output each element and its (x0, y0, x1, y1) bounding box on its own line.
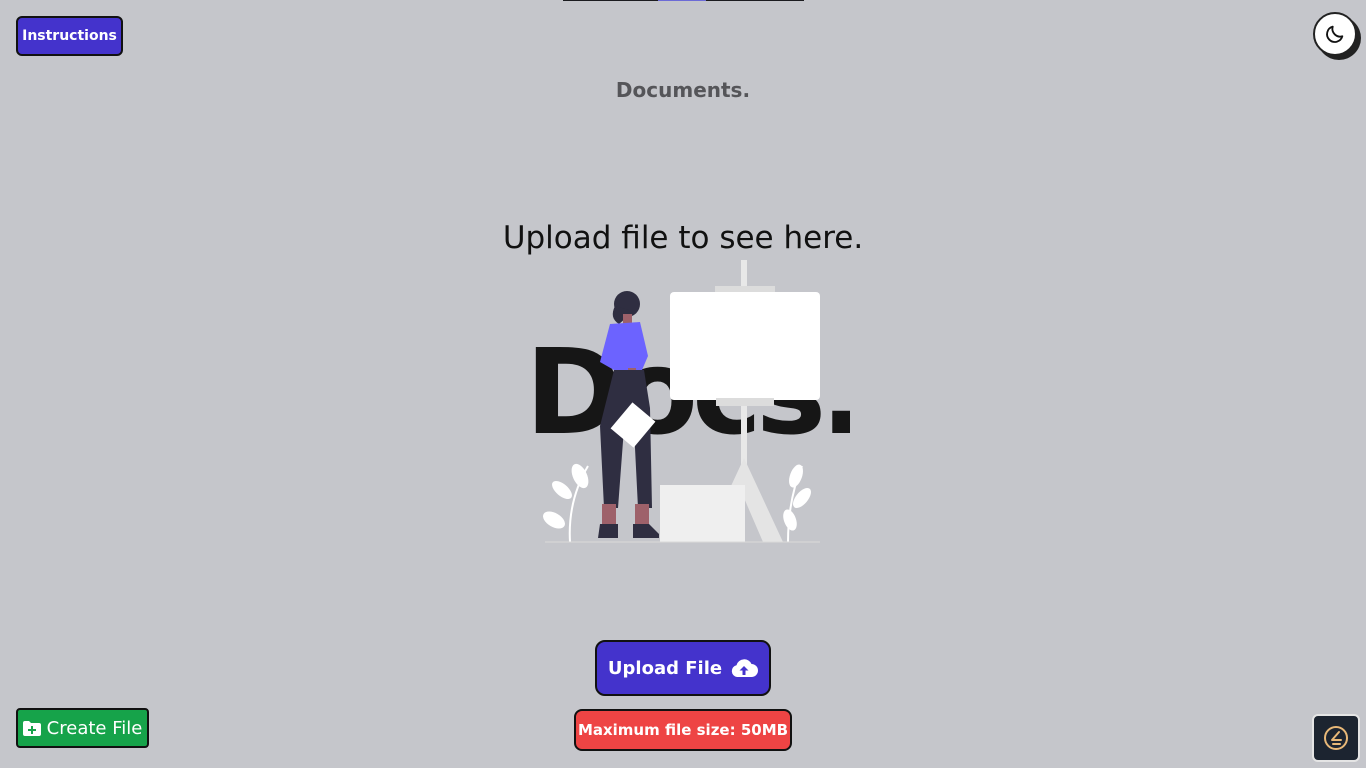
upload-file-button[interactable]: Upload File (595, 640, 771, 696)
page-title: Documents. (615, 78, 751, 102)
empty-state-illustration: Docs. (525, 260, 850, 543)
instructions-button[interactable]: Instructions (16, 16, 123, 56)
top-tab-indicator (563, 0, 804, 1)
create-file-label: Create File (46, 717, 143, 739)
folder-plus-icon (22, 720, 41, 736)
instructions-label: Instructions (22, 28, 117, 44)
cloud-upload-icon (731, 659, 759, 677)
max-file-size-label: Maximum file size: 50MB (577, 721, 789, 739)
max-file-size-badge: Maximum file size: 50MB (574, 709, 792, 751)
create-file-button[interactable]: Create File (16, 708, 149, 748)
top-tab-active-indicator (658, 0, 706, 1)
theme-toggle-button[interactable] (1313, 12, 1361, 60)
moon-icon (1326, 25, 1344, 43)
empty-state-message: Upload file to see here. (502, 220, 864, 256)
app-logo-button[interactable] (1312, 714, 1360, 762)
page: Instructions Documents. Upload file to s… (0, 0, 1366, 768)
logo-icon (1324, 726, 1348, 750)
upload-file-label: Upload File (607, 657, 723, 679)
